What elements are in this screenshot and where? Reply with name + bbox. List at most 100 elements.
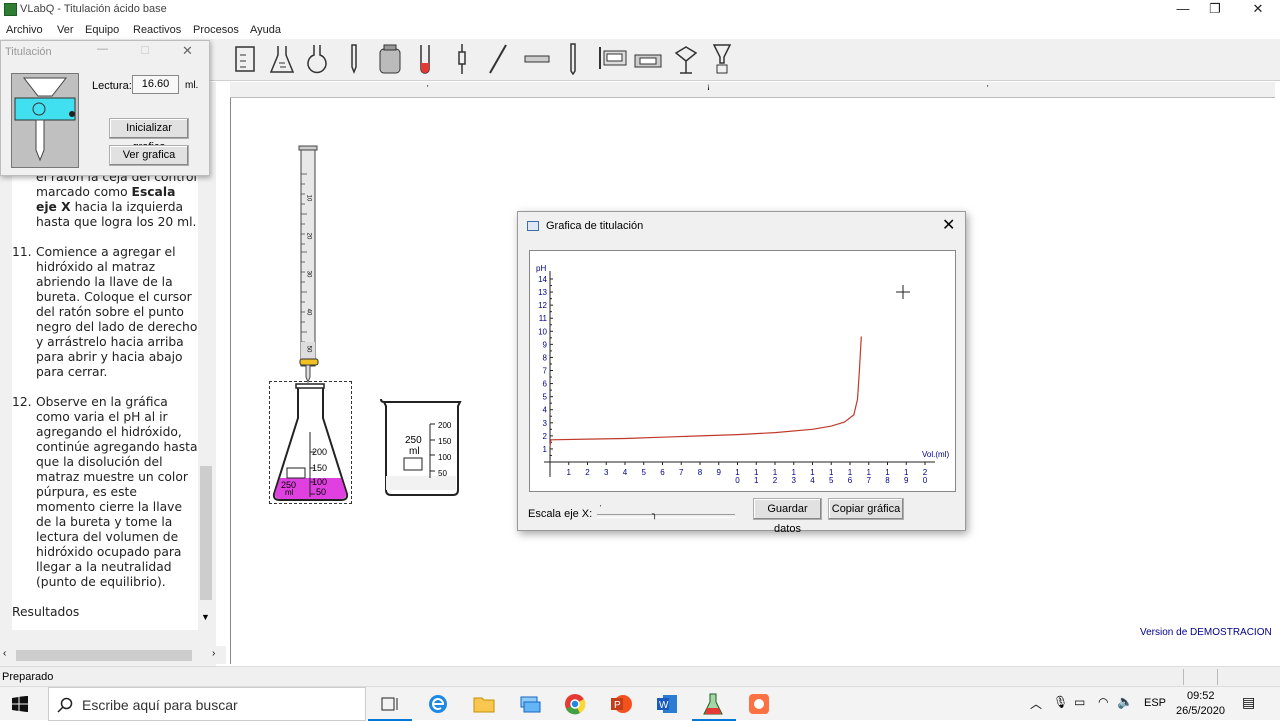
pipette-tool[interactable]	[448, 43, 476, 75]
balance-tool[interactable]	[633, 43, 663, 75]
ph-strip-tool[interactable]	[523, 43, 551, 75]
close-icon[interactable]: ✕	[182, 43, 193, 59]
clock-time[interactable]: 09:52	[1187, 690, 1215, 702]
test-tube-tool[interactable]	[411, 43, 439, 75]
window-icon	[527, 221, 539, 231]
beaker-mark: 200	[438, 421, 452, 430]
menu-ayuda[interactable]: Ayuda	[250, 24, 281, 36]
scroll-down-icon[interactable]: ▼	[201, 612, 210, 622]
microphone-icon[interactable]: 🎙	[1053, 695, 1068, 709]
thermometer-tool[interactable]	[340, 43, 368, 75]
slider-thumb[interactable]: ╮	[652, 509, 657, 520]
flask-mark: 200	[312, 447, 328, 457]
erlenmeyer-tool[interactable]	[268, 43, 296, 75]
clock-date[interactable]: 26/5/2020	[1176, 705, 1225, 717]
beaker-mark: 100	[438, 453, 452, 462]
horizontal-scrollbar[interactable]: ‹ ›	[0, 646, 226, 664]
burette-mark: 40	[305, 308, 312, 316]
y-axis-label: pH	[536, 264, 546, 273]
burette-stopcock-icon	[11, 73, 79, 168]
scroll-left-icon[interactable]: ‹	[3, 648, 6, 659]
recorder-icon[interactable]	[747, 692, 771, 716]
instruction-cut-off: Resultados	[12, 605, 80, 619]
stand-tool[interactable]	[672, 43, 700, 75]
network-app-icon[interactable]	[518, 692, 542, 716]
x-tick-label: 3	[604, 468, 609, 477]
close-icon[interactable]: ✕	[942, 215, 955, 235]
chrome-icon[interactable]	[563, 692, 587, 716]
language-indicator[interactable]: ESP	[1144, 697, 1166, 709]
taskbar-search[interactable]: Escribe aquí para buscar	[48, 687, 366, 721]
beaker-volume: 250	[405, 435, 422, 446]
copy-graph-button[interactable]: Copiar gráfica	[828, 498, 904, 520]
menu-ver[interactable]: Ver	[57, 24, 74, 36]
lectura-unit: ml.	[185, 80, 199, 91]
flask-mark: 150	[312, 463, 328, 473]
lectura-field[interactable]: 16.60	[132, 75, 179, 94]
notifications-icon[interactable]: ▤	[1242, 694, 1255, 711]
powerpoint-icon[interactable]: P	[609, 692, 633, 716]
minimize-icon[interactable]: —	[97, 43, 108, 55]
rod-tool[interactable]	[484, 43, 512, 75]
x-tick-label: 4	[623, 468, 628, 477]
menu-archivo[interactable]: Archivo	[6, 24, 43, 36]
save-data-button[interactable]: Guardar datos	[753, 498, 822, 535]
restore-icon[interactable]: ❐	[1192, 0, 1238, 20]
edge-icon[interactable]	[426, 692, 450, 716]
x-tick-label: 1	[567, 468, 572, 477]
word-icon[interactable]: W	[655, 692, 679, 716]
x-tick-label: 7	[679, 468, 684, 477]
panel-title: Titulación	[5, 46, 52, 58]
menu-equipo[interactable]: Equipo	[85, 24, 119, 36]
y-tick-label: 7	[543, 367, 548, 376]
flask-unit: ml	[285, 488, 294, 497]
chevron-up-icon[interactable]: ︿	[1030, 695, 1042, 712]
file-explorer-icon[interactable]	[472, 692, 496, 716]
app-icon	[4, 3, 17, 16]
escala-label: Escala eje X:	[528, 508, 593, 520]
task-view-icon[interactable]	[378, 692, 402, 716]
graduated-beaker-tool[interactable]	[231, 43, 259, 75]
ph-meter-tool[interactable]	[596, 43, 628, 75]
init-graph-button[interactable]: Inicializar grafica	[109, 118, 189, 153]
instructions-scrollbar[interactable]: ▼	[198, 170, 214, 630]
battery-icon[interactable]: ▭	[1074, 695, 1085, 709]
round-flask-tool[interactable]	[303, 43, 331, 75]
volume-icon[interactable]: 🔈	[1117, 694, 1133, 710]
y-tick-label: 10	[538, 327, 547, 336]
burette-mark: 20	[305, 232, 312, 240]
x-tick-label: 5	[642, 468, 647, 477]
vlabq-icon[interactable]	[701, 692, 725, 716]
menu-reactivos[interactable]: Reactivos	[133, 24, 181, 36]
x-tick-label: 12	[773, 468, 778, 485]
burette-tool[interactable]	[559, 43, 587, 75]
windows-start-icon[interactable]	[12, 696, 28, 712]
taskbar: Escribe aquí para buscar P W ︿ 🎙 ▭ ◠ 🔈 E…	[0, 686, 1280, 721]
flask-mark: 50	[316, 487, 327, 497]
x-tick-label: 15	[829, 468, 834, 485]
beaker-mark: 150	[438, 437, 452, 446]
scrollbar-thumb[interactable]	[200, 466, 212, 600]
container-tool[interactable]	[376, 43, 404, 75]
maximize-icon: ☐	[140, 45, 150, 57]
close-icon[interactable]: ✕	[1235, 0, 1280, 20]
flask-mark: 100	[312, 477, 328, 487]
x-tick-label: 2	[585, 468, 590, 477]
scroll-right-icon[interactable]: ›	[212, 648, 215, 659]
beaker[interactable]	[380, 398, 464, 498]
scrollbar-thumb[interactable]	[16, 650, 192, 661]
crosshair-cursor	[896, 285, 910, 299]
x-scale-slider[interactable]: ╮ '	[597, 505, 735, 519]
svg-text:W: W	[659, 700, 669, 711]
y-tick-label: 9	[543, 340, 548, 349]
graph-window: Grafica de titulación ✕ 1 2 3 4 5 6 7 8 9 10 11 12 1…	[517, 211, 966, 535]
wifi-icon[interactable]: ◠	[1098, 695, 1108, 709]
search-icon	[57, 697, 73, 713]
menu-bar: Archivo Ver Equipo Reactivos Procesos Ay…	[0, 21, 1280, 39]
view-graph-button[interactable]: Ver grafica	[109, 145, 189, 166]
chart-svg: 1234567891011121314 1 2 3 4 5 6 7 8 9 1 01 11 21 31 41…	[536, 264, 949, 485]
lectura-label: Lectura:	[92, 80, 132, 92]
menu-procesos[interactable]: Procesos	[193, 24, 239, 36]
funnel-tool[interactable]	[708, 43, 736, 75]
x-tick-label: 18	[885, 468, 890, 485]
